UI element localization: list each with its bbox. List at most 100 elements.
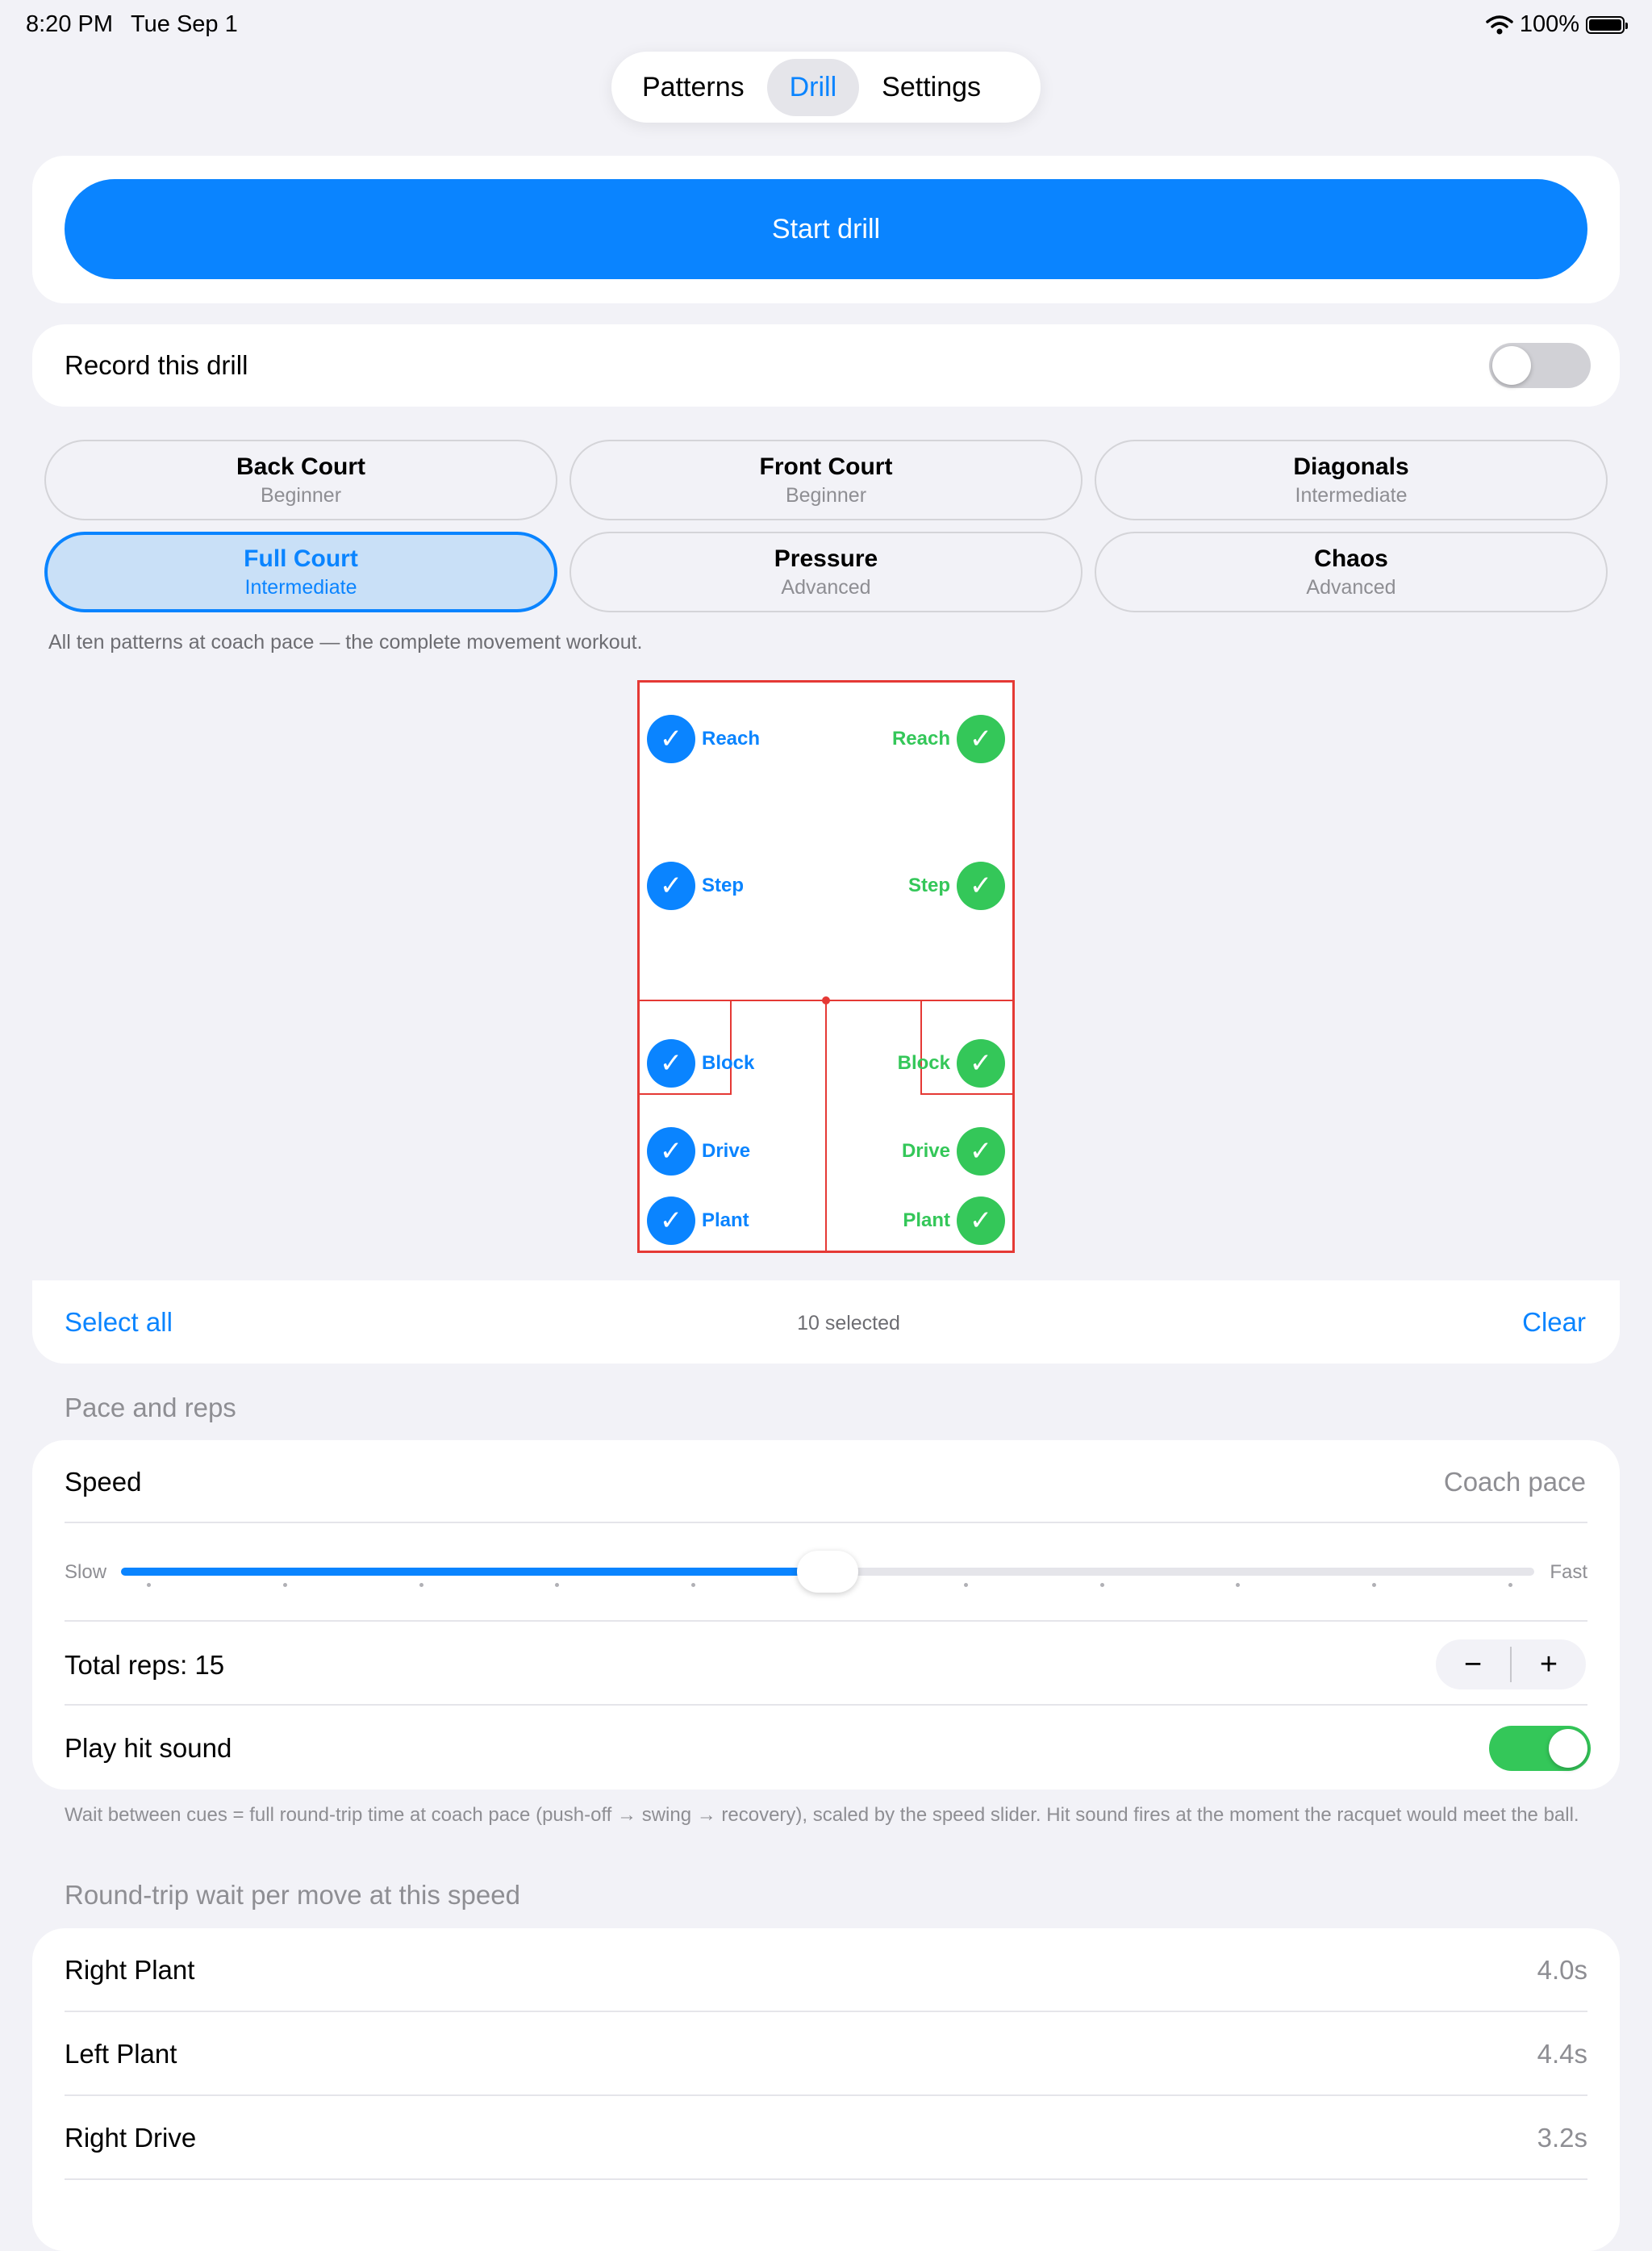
move-label: Plant (903, 1209, 950, 1231)
move-label: Drive (702, 1140, 751, 1162)
slider-tick (1099, 1583, 1104, 1587)
preset-name: Diagonals (1293, 453, 1409, 480)
move-label: Block (897, 1052, 950, 1074)
preset-name: Chaos (1314, 545, 1388, 572)
preset-back-court[interactable]: Back Court Beginner (44, 440, 557, 520)
toggle-knob (1549, 1729, 1587, 1768)
status-date: Tue Sep 1 (131, 11, 238, 37)
start-drill-button[interactable]: Start drill (65, 179, 1587, 279)
battery-percent: 100% (1519, 11, 1579, 37)
tab-patterns[interactable]: Patterns (620, 59, 767, 116)
preset-description: All ten patterns at coach pace — the com… (48, 631, 643, 654)
divider (65, 1704, 1587, 1706)
wait-move-value: 4.0s (1537, 1955, 1587, 1985)
wait-section-title: Round-trip wait per move at this speed (65, 1880, 520, 1910)
preset-level: Advanced (781, 575, 871, 599)
slider-tick (147, 1583, 151, 1587)
wait-row: Right Drive 3.2s (65, 2096, 1587, 2180)
preset-front-court[interactable]: Front Court Beginner (569, 440, 1083, 520)
tab-drill[interactable]: Drill (766, 58, 860, 116)
move-left-drive[interactable]: ✓ Drive (647, 1127, 750, 1176)
preset-full-court[interactable]: Full Court Intermediate (44, 532, 557, 612)
preset-pressure[interactable]: Pressure Advanced (569, 532, 1083, 612)
checkmark-icon: ✓ (647, 715, 695, 763)
speed-slider-fill (121, 1568, 828, 1576)
divider (65, 2178, 1587, 2180)
record-label: Record this drill (65, 350, 248, 380)
move-right-block[interactable]: ✓ Block (898, 1039, 1005, 1088)
slider-tick (1508, 1583, 1512, 1587)
wait-row: Left Plant 4.4s (65, 2012, 1587, 2096)
hit-sound-label: Play hit sound (65, 1733, 232, 1763)
reps-stepper: − + (1436, 1639, 1586, 1689)
wait-move-name: Right Drive (65, 2123, 197, 2153)
move-label: Step (702, 875, 745, 896)
pace-section-title: Pace and reps (65, 1393, 236, 1422)
status-bar-left: 8:20 PM Tue Sep 1 (26, 11, 238, 38)
move-label: Plant (702, 1209, 749, 1231)
segmented-tabs: Patterns Drill Settings (611, 52, 1041, 123)
move-right-plant[interactable]: ✓ Plant (903, 1196, 1005, 1245)
checkmark-icon: ✓ (647, 862, 695, 910)
wait-row: Right Plant 4.0s (65, 1928, 1587, 2012)
preset-level: Intermediate (1295, 483, 1408, 507)
wait-move-value: 4.4s (1537, 2039, 1587, 2069)
wait-move-name: Right Plant (65, 1955, 195, 1985)
divider (65, 1522, 1587, 1523)
tab-settings[interactable]: Settings (859, 59, 1003, 116)
wait-move-name: Left Plant (65, 2039, 177, 2069)
divider (65, 1620, 1587, 1622)
preset-name: Back Court (236, 453, 366, 480)
speed-slider-thumb[interactable] (797, 1551, 858, 1593)
increment-button[interactable]: + (1512, 1648, 1586, 1682)
clear-button[interactable]: Clear (1522, 1307, 1586, 1338)
move-label: Reach (891, 728, 950, 750)
checkmark-icon: ✓ (647, 1196, 695, 1245)
move-label: Step (907, 875, 950, 896)
speed-label: Speed (65, 1467, 142, 1497)
move-left-block[interactable]: ✓ Block (647, 1039, 754, 1088)
checkmark-icon: ✓ (957, 1196, 1005, 1245)
slider-tick (963, 1583, 968, 1587)
checkmark-icon: ✓ (957, 715, 1005, 763)
move-label: Reach (702, 728, 761, 750)
move-left-plant[interactable]: ✓ Plant (647, 1196, 749, 1245)
move-label: Drive (901, 1140, 950, 1162)
move-left-reach[interactable]: ✓ Reach (647, 715, 760, 763)
record-card (32, 324, 1620, 407)
move-label: Block (702, 1052, 755, 1074)
toggle-knob (1492, 346, 1531, 385)
checkmark-icon: ✓ (957, 1039, 1005, 1088)
status-time: 8:20 PM (26, 11, 113, 37)
slider-min-label: Slow (65, 1561, 107, 1583)
reps-label: Total reps: 15 (65, 1650, 225, 1680)
checkmark-icon: ✓ (957, 1127, 1005, 1176)
record-toggle[interactable] (1489, 343, 1591, 388)
move-right-step[interactable]: ✓ Step (908, 862, 1005, 910)
speed-value: Coach pace (1443, 1467, 1586, 1497)
pace-card (32, 1440, 1620, 1790)
preset-name: Pressure (774, 545, 878, 572)
preset-name: Front Court (759, 453, 893, 480)
slider-max-label: Fast (1550, 1561, 1587, 1583)
checkmark-icon: ✓ (957, 862, 1005, 910)
preset-level: Intermediate (244, 575, 357, 599)
checkmark-icon: ✓ (647, 1127, 695, 1176)
preset-level: Advanced (1306, 575, 1396, 599)
pace-footnote: Wait between cues = full round-trip time… (65, 1804, 1579, 1826)
move-right-drive[interactable]: ✓ Drive (902, 1127, 1005, 1176)
move-right-reach[interactable]: ✓ Reach (892, 715, 1005, 763)
slider-tick (419, 1583, 423, 1587)
status-bar-right: 100% (1486, 11, 1628, 38)
hit-sound-toggle[interactable] (1489, 1726, 1591, 1771)
preset-chaos[interactable]: Chaos Advanced (1095, 532, 1608, 612)
move-left-step[interactable]: ✓ Step (647, 862, 744, 910)
decrement-button[interactable]: − (1436, 1648, 1510, 1682)
battery-icon (1586, 15, 1628, 34)
checkmark-icon: ✓ (647, 1039, 695, 1088)
preset-diagonals[interactable]: Diagonals Intermediate (1095, 440, 1608, 520)
preset-name: Full Court (244, 545, 358, 572)
selected-count: 10 selected (797, 1312, 900, 1334)
preset-level: Beginner (260, 483, 342, 507)
court-diagram: ✓ Reach ✓ Step ✓ Block ✓ Drive ✓ Plant ✓… (637, 680, 1015, 1253)
